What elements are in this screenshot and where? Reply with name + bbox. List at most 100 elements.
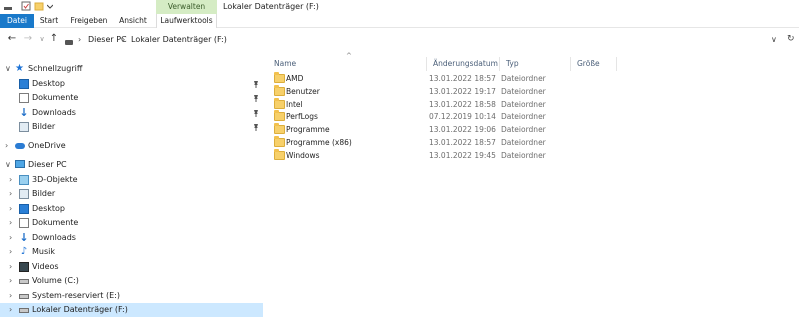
table-row[interactable]: Windows 13.01.2022 19:45 Dateiordner (268, 148, 617, 162)
file-list: ^ Name Änderungsdatum Typ Größe AMD 13.01… (268, 52, 799, 317)
file-name: Benutzer (286, 86, 320, 96)
tab-freigeben[interactable]: Freigeben (66, 14, 112, 28)
navigation-pane: ∨ ★ Schnellzugriff Desktop Dokumente ↓ Downloa… (0, 52, 263, 317)
sidebar-item[interactable]: › Lokaler Datenträger (F:) (0, 303, 263, 317)
up-button[interactable]: ↑ (48, 33, 60, 45)
star-icon: ★ (15, 63, 24, 74)
folder-icon (274, 123, 285, 135)
column-header-name[interactable]: Name (268, 57, 427, 71)
sidebar-item[interactable]: ↓ Downloads (0, 106, 263, 120)
table-row[interactable]: AMD 13.01.2022 18:57 Dateiordner (268, 72, 617, 85)
chevron-right-icon[interactable]: › (9, 262, 12, 272)
chevron-right-icon[interactable]: › (9, 233, 12, 243)
column-header-size[interactable]: Größe (571, 57, 617, 71)
sidebar-item[interactable]: › Dokumente (0, 216, 263, 230)
breadcrumb-separator-icon[interactable]: › (78, 34, 81, 45)
sidebar-item-label: Desktop (32, 79, 65, 88)
chevron-right-icon[interactable]: › (9, 291, 12, 301)
chevron-down-icon[interactable]: ∨ (5, 160, 11, 170)
file-type: Dateiordner (501, 74, 546, 83)
table-row[interactable]: Programme 13.01.2022 19:06 Dateiordner (268, 123, 617, 136)
table-row[interactable]: Programme (x86) 13.01.2022 18:57 Dateiordn… (268, 136, 617, 149)
chevron-right-icon[interactable]: › (5, 141, 8, 151)
back-button[interactable]: ← (6, 33, 18, 45)
chevron-right-icon[interactable]: › (9, 247, 12, 257)
file-type: Dateiordner (501, 112, 546, 122)
column-header-type[interactable]: Typ (500, 57, 571, 71)
address-row: ← → ∨ ↑ › Dieser PC › Lokaler Datenträge… (0, 28, 799, 51)
cloud-icon (15, 143, 25, 149)
sidebar-item[interactable]: › OneDrive (0, 139, 263, 153)
table-row[interactable]: Benutzer 13.01.2022 19:17 Dateiordner (268, 84, 617, 98)
sidebar-item[interactable]: › Videos (0, 260, 263, 274)
document-icon (19, 93, 29, 103)
drive-icon (65, 40, 73, 45)
sidebar-item[interactable]: Bilder (0, 120, 263, 134)
pin-icon[interactable] (253, 80, 259, 88)
drive-icon (19, 308, 29, 313)
sidebar-item[interactable]: Desktop (0, 77, 263, 91)
sidebar-item-label: Volume (C:) (32, 276, 79, 285)
sidebar-item[interactable]: ∨ Dieser PC (0, 158, 263, 172)
properties-icon[interactable] (21, 1, 31, 11)
chevron-right-icon[interactable]: › (9, 175, 12, 185)
breadcrumb-dieser-pc[interactable]: Dieser PC (88, 34, 127, 45)
sidebar-item-label: Downloads (32, 233, 76, 242)
chevron-right-icon[interactable]: › (9, 204, 12, 214)
tab-ansicht[interactable]: Ansicht (114, 14, 152, 28)
qat-dropdown-icon[interactable] (46, 3, 57, 13)
file-name: AMD (286, 74, 304, 83)
sidebar-item-label: OneDrive (28, 141, 66, 150)
file-name: Programme (x86) (286, 138, 352, 147)
recent-locations-button[interactable]: ∨ (36, 33, 48, 45)
video-icon (19, 262, 29, 272)
desktop-icon (19, 79, 29, 89)
pin-icon[interactable] (253, 94, 259, 102)
drive-icon[interactable] (3, 1, 13, 11)
chevron-down-icon[interactable]: ∨ (771, 35, 777, 44)
sidebar-item[interactable]: › Desktop (0, 202, 263, 216)
file-date: 13.01.2022 19:45 (429, 150, 496, 160)
table-row[interactable]: Intel 13.01.2022 18:58 Dateiordner (268, 97, 617, 111)
chevron-right-icon[interactable]: › (9, 305, 12, 315)
pin-icon[interactable] (253, 123, 259, 131)
sidebar-item[interactable]: › Volume (C:) (0, 274, 263, 288)
sidebar-item-label: Musik (32, 247, 55, 256)
sidebar-item[interactable]: › 3D-Objekte (0, 173, 263, 187)
refresh-icon[interactable]: ↻ (787, 34, 795, 44)
sidebar-item-label: Schnellzugriff (28, 64, 83, 73)
3d-objects-icon (19, 175, 29, 185)
table-row[interactable]: PerfLogs 07.12.2019 10:14 Dateiordner (268, 110, 617, 123)
file-name: PerfLogs (286, 112, 318, 122)
sidebar-item[interactable]: › System-reserviert (E:) (0, 289, 263, 303)
new-folder-icon[interactable] (34, 1, 44, 11)
desktop-icon (19, 204, 29, 214)
sidebar-item[interactable]: › Bilder (0, 187, 263, 201)
sidebar-item[interactable]: › ↓ Downloads (0, 231, 263, 245)
chevron-right-icon[interactable]: › (9, 218, 12, 228)
file-date: 13.01.2022 18:58 (429, 99, 496, 109)
pin-icon[interactable] (253, 109, 259, 117)
folder-icon (274, 110, 285, 122)
forward-button[interactable]: → (22, 33, 34, 45)
tab-datei[interactable]: Datei (0, 14, 34, 28)
column-header-date[interactable]: Änderungsdatum (427, 57, 500, 71)
breadcrumb-current-drive[interactable]: Lokaler Datenträger (F:) (131, 34, 227, 45)
chevron-right-icon[interactable]: › (9, 189, 12, 199)
chevron-down-icon[interactable]: ∨ (5, 64, 11, 74)
tab-start[interactable]: Start (34, 14, 64, 28)
file-type: Dateiordner (501, 86, 546, 96)
sidebar-item-label: Dokumente (32, 93, 79, 102)
breadcrumb-separator-icon[interactable]: › (122, 34, 125, 45)
file-date: 07.12.2019 10:14 (429, 112, 496, 122)
sidebar-item[interactable]: ∨ ★ Schnellzugriff (0, 62, 263, 76)
sidebar-item[interactable]: Dokumente (0, 91, 263, 105)
download-icon: ↓ (19, 231, 29, 244)
sidebar-item[interactable]: › ♪ Musik (0, 245, 263, 259)
drive-icon (19, 279, 29, 284)
chevron-right-icon[interactable]: › (9, 276, 12, 286)
drive-icon (19, 294, 29, 299)
file-type: Dateiordner (501, 150, 546, 160)
file-name: Programme (286, 125, 330, 135)
tab-laufwerktools[interactable]: Laufwerktools (156, 14, 217, 28)
